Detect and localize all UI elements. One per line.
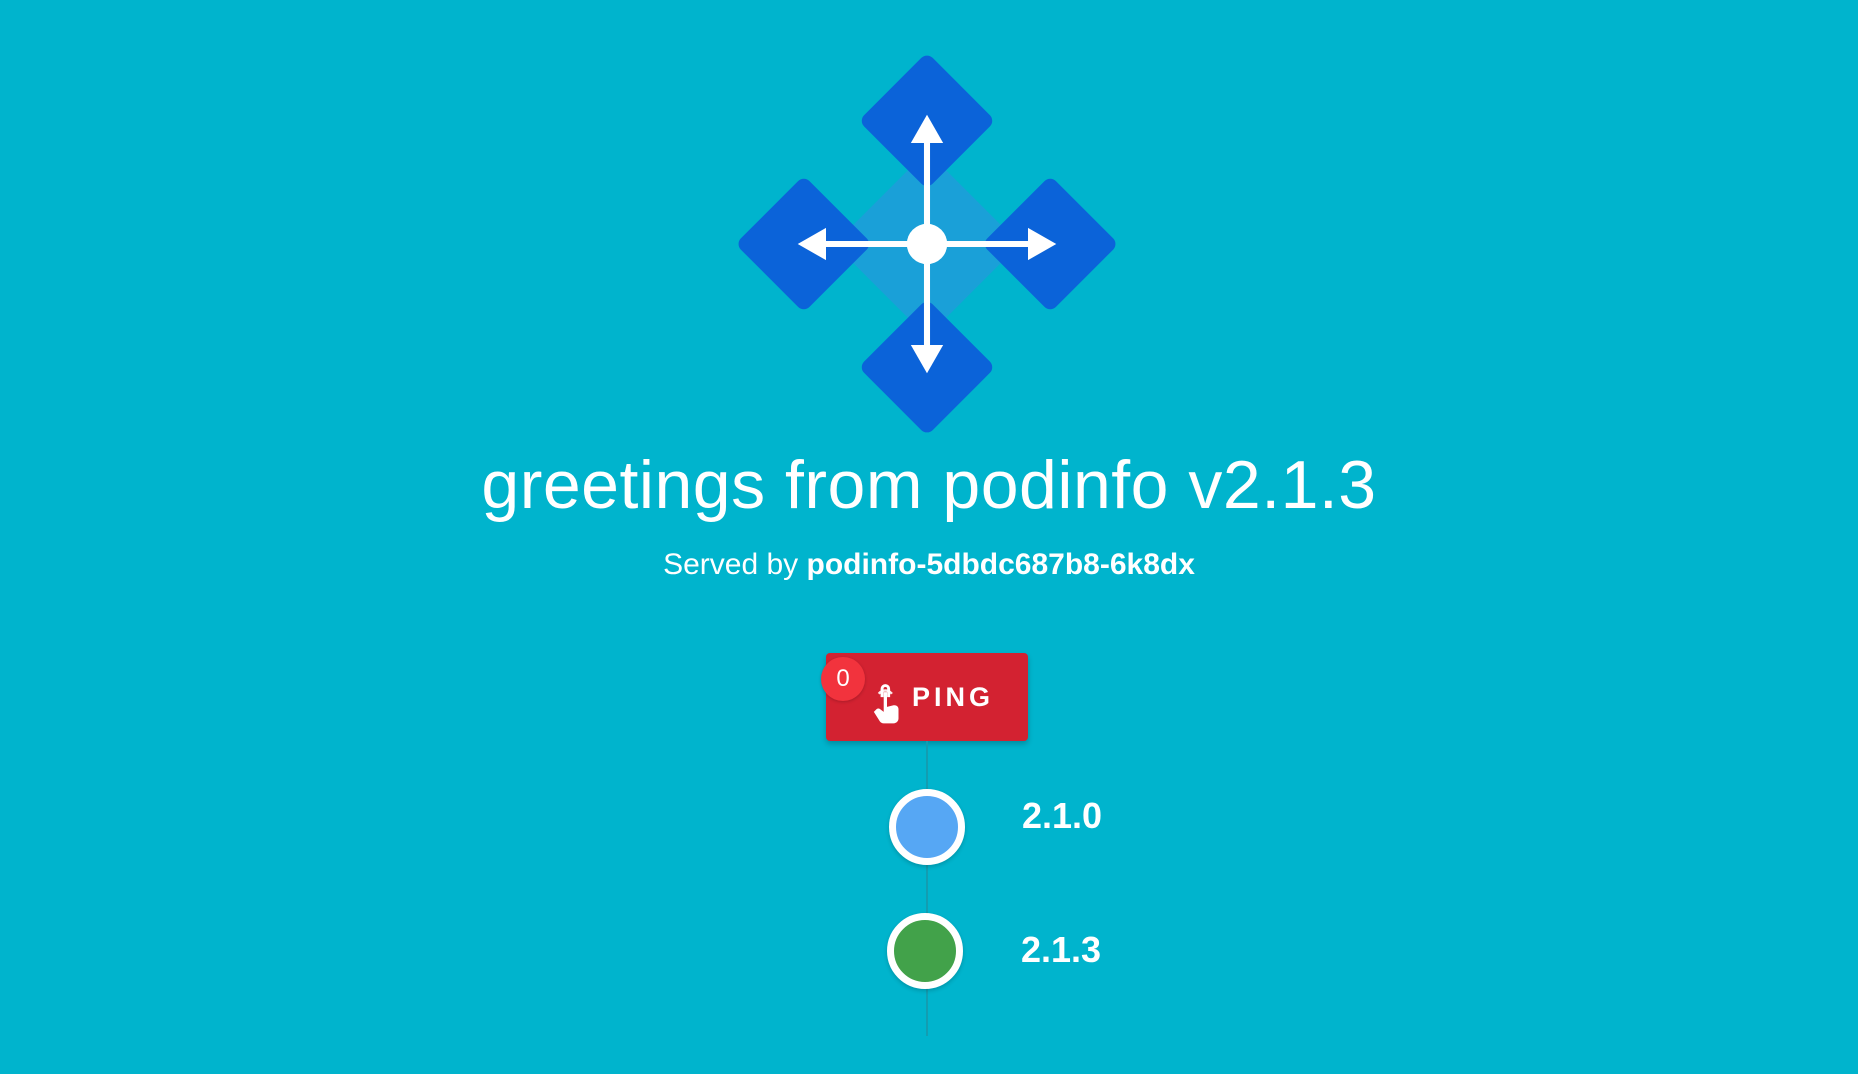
- page: greetings from podinfo v2.1.3 Served by …: [0, 0, 1858, 1074]
- page-title: greetings from podinfo v2.1.3: [481, 447, 1377, 523]
- pod-hostname: podinfo-5dbdc687b8-6k8dx: [806, 548, 1195, 581]
- podinfo-logo: [738, 55, 1116, 433]
- timeline-line: [926, 741, 928, 1036]
- touch-icon: [873, 684, 899, 724]
- served-by-text: Served by podinfo-5dbdc687b8-6k8dx: [0, 545, 1858, 585]
- ping-label: PING: [912, 682, 995, 712]
- served-by-prefix: Served by: [663, 548, 799, 581]
- timeline-dot-green: [887, 913, 963, 989]
- timeline-dot-blue: [889, 789, 965, 865]
- ping-count-badge: 0: [821, 657, 865, 701]
- timeline-item-label: 2.1.3: [1021, 929, 1102, 970]
- timeline-item-label: 2.1.0: [1022, 795, 1103, 836]
